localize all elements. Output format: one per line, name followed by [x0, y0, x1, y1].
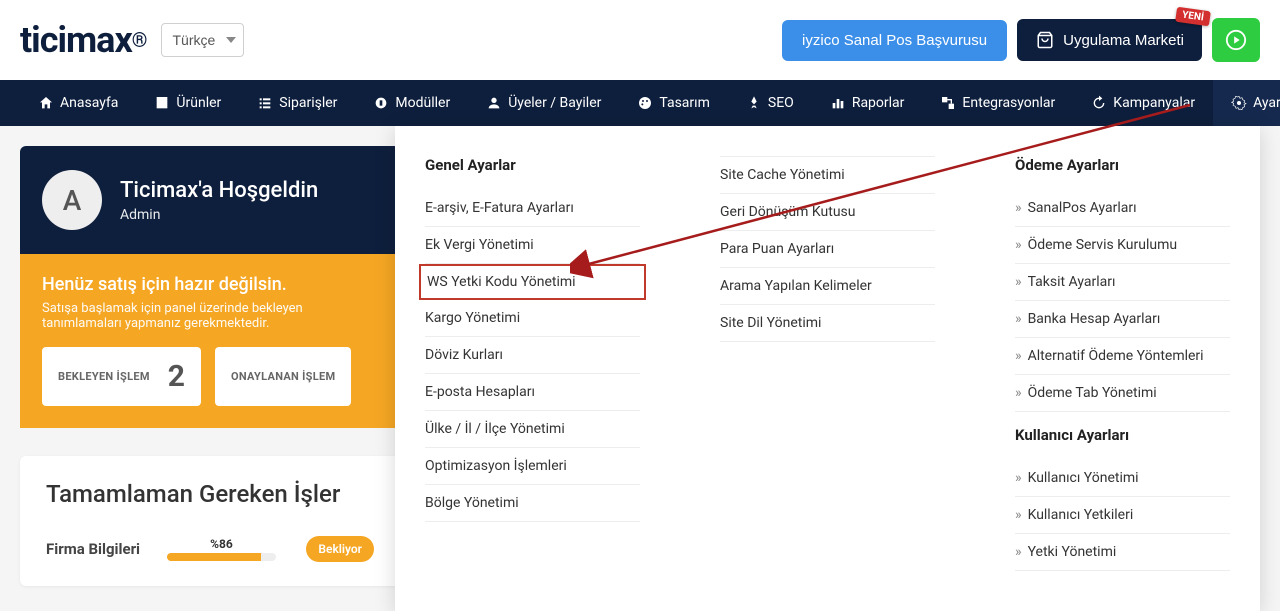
nav-anasayfa[interactable]: Anasayfa — [20, 80, 136, 126]
dd-link-eposta[interactable]: E-posta Hesapları — [425, 374, 640, 411]
tasks-card: Tamamlaman Gereken İşler Firma Bilgileri… — [20, 456, 400, 586]
stat-value: 2 — [168, 359, 185, 394]
dd-link-bolge[interactable]: Bölge Yönetimi — [425, 485, 640, 522]
dropdown-col-2: Site Cache Yönetimi Geri Dönüşüm Kutusu … — [720, 156, 935, 571]
play-button[interactable] — [1212, 18, 1260, 62]
chart-icon — [830, 95, 846, 111]
dd-heading-kullanici: Kullanıcı Ayarları — [1015, 426, 1230, 450]
nav-siparisler[interactable]: Siparişler — [239, 80, 355, 126]
dd-link-sitedil[interactable]: Site Dil Yönetimi — [720, 305, 935, 342]
dd-link-ulke[interactable]: Ülke / İl / İlçe Yönetimi — [425, 411, 640, 448]
task-progress: %86 — [167, 537, 277, 561]
dd-link-yetkiyonetimi[interactable]: Yetki Yönetimi — [1015, 534, 1230, 571]
notice-title: Henüz satış için hazır değilsin. — [42, 274, 378, 295]
dd-link-ekvergi[interactable]: Ek Vergi Yönetimi — [425, 227, 640, 264]
integration-icon — [940, 95, 956, 111]
rocket-icon — [746, 95, 762, 111]
nav-ayarlar[interactable]: Ayarlar — [1213, 80, 1280, 126]
dd-link-alternatif[interactable]: Alternatif Ödeme Yöntemleri — [1015, 338, 1230, 375]
task-name: Firma Bilgileri — [46, 540, 147, 558]
dd-link-kullaniciyonetimi[interactable]: Kullanıcı Yönetimi — [1015, 460, 1230, 497]
list-icon — [257, 95, 273, 111]
iyzico-button[interactable]: iyzico Sanal Pos Başvurusu — [782, 20, 1007, 61]
refresh-icon — [1091, 95, 1107, 111]
dd-heading-odeme: Ödeme Ayarları — [1015, 156, 1230, 180]
stat-pending: BEKLEYEN İŞLEM 2 — [42, 347, 201, 406]
dd-link-wsyetki[interactable]: WS Yetki Kodu Yönetimi — [419, 264, 646, 300]
dd-heading-general: Genel Ayarlar — [425, 156, 640, 180]
language-select-wrap: Türkçe — [161, 23, 244, 57]
market-button[interactable]: Uygulama Marketi — [1017, 19, 1202, 61]
tasks-heading: Tamamlaman Gereken İşler — [46, 480, 374, 508]
nav-urunler[interactable]: Ürünler — [136, 80, 239, 126]
language-select[interactable]: Türkçe — [161, 23, 244, 57]
nav-kampanyalar[interactable]: Kampanyalar — [1073, 80, 1213, 126]
dd-link-earsiv[interactable]: E-arşiv, E-Fatura Ayarları — [425, 190, 640, 227]
dd-link-kullaniciyetkileri[interactable]: Kullanıcı Yetkileri — [1015, 497, 1230, 534]
notice-banner: Henüz satış için hazır değilsin. Satışa … — [20, 254, 400, 428]
dropdown-col-3: Ödeme Ayarları SanalPos Ayarları Ödeme S… — [1015, 156, 1230, 571]
dd-link-doviz[interactable]: Döviz Kurları — [425, 337, 640, 374]
settings-dropdown: Genel Ayarlar E-arşiv, E-Fatura Ayarları… — [395, 126, 1260, 611]
brand-text: ticimax — [20, 19, 132, 61]
bag-icon — [1035, 31, 1055, 49]
box-icon — [154, 95, 170, 111]
stat-label: ONAYLANAN İŞLEM — [231, 370, 335, 383]
dd-link-parapuan[interactable]: Para Puan Ayarları — [720, 231, 935, 268]
stat-approved: ONAYLANAN İŞLEM — [215, 347, 351, 406]
gear-icon — [1231, 95, 1247, 111]
welcome-title: Ticimax'a Hoşgeldin — [120, 178, 318, 203]
dd-link-sitecache[interactable]: Site Cache Yönetimi — [720, 156, 935, 194]
notice-subtitle: Satışa başlamak için panel üzerinde bekl… — [42, 301, 378, 331]
task-status-badge: Bekliyor — [306, 536, 374, 562]
dd-link-kargo[interactable]: Kargo Yönetimi — [425, 300, 640, 337]
top-actions: iyzico Sanal Pos Başvurusu YENİ Uygulama… — [782, 18, 1260, 62]
market-label: Uygulama Marketi — [1063, 32, 1184, 49]
nav-moduller[interactable]: Modüller — [355, 80, 468, 126]
modules-icon — [373, 95, 389, 111]
dd-link-taksit[interactable]: Taksit Ayarları — [1015, 264, 1230, 301]
stat-label: BEKLEYEN İŞLEM — [58, 370, 150, 383]
welcome-role: Admin — [120, 207, 318, 223]
main-nav: Anasayfa Ürünler Siparişler Modüller Üye… — [0, 80, 1280, 126]
nav-tasarim[interactable]: Tasarım — [619, 80, 728, 126]
task-row: Firma Bilgileri %86 Bekliyor — [46, 536, 374, 562]
welcome-panel: A Ticimax'a Hoşgeldin Admin Henüz satış … — [20, 146, 400, 586]
home-icon — [38, 95, 54, 111]
dropdown-col-1: Genel Ayarlar E-arşiv, E-Fatura Ayarları… — [425, 156, 640, 571]
dd-link-arama[interactable]: Arama Yapılan Kelimeler — [720, 268, 935, 305]
avatar: A — [42, 170, 102, 230]
nav-raporlar[interactable]: Raporlar — [812, 80, 923, 126]
dd-link-optimizasyon[interactable]: Optimizasyon İşlemleri — [425, 448, 640, 485]
users-icon — [486, 95, 502, 111]
dd-link-geridonusum[interactable]: Geri Dönüşüm Kutusu — [720, 194, 935, 231]
dd-link-sanalpos[interactable]: SanalPos Ayarları — [1015, 190, 1230, 227]
brand-logo[interactable]: ticimax® — [20, 19, 146, 61]
top-bar: ticimax® Türkçe iyzico Sanal Pos Başvuru… — [0, 0, 1280, 80]
dd-link-bankahesap[interactable]: Banka Hesap Ayarları — [1015, 301, 1230, 338]
play-icon — [1225, 29, 1247, 51]
dd-link-odemetab[interactable]: Ödeme Tab Yönetimi — [1015, 375, 1230, 412]
task-pct-label: %86 — [167, 537, 277, 551]
market-button-wrap: YENİ Uygulama Marketi — [1017, 19, 1202, 61]
dd-link-odemeservis[interactable]: Ödeme Servis Kurulumu — [1015, 227, 1230, 264]
nav-seo[interactable]: SEO — [728, 80, 812, 126]
palette-icon — [637, 95, 653, 111]
nav-entegrasyonlar[interactable]: Entegrasyonlar — [922, 80, 1073, 126]
welcome-card: A Ticimax'a Hoşgeldin Admin — [20, 146, 400, 254]
nav-uyeler[interactable]: Üyeler / Bayiler — [468, 80, 619, 126]
